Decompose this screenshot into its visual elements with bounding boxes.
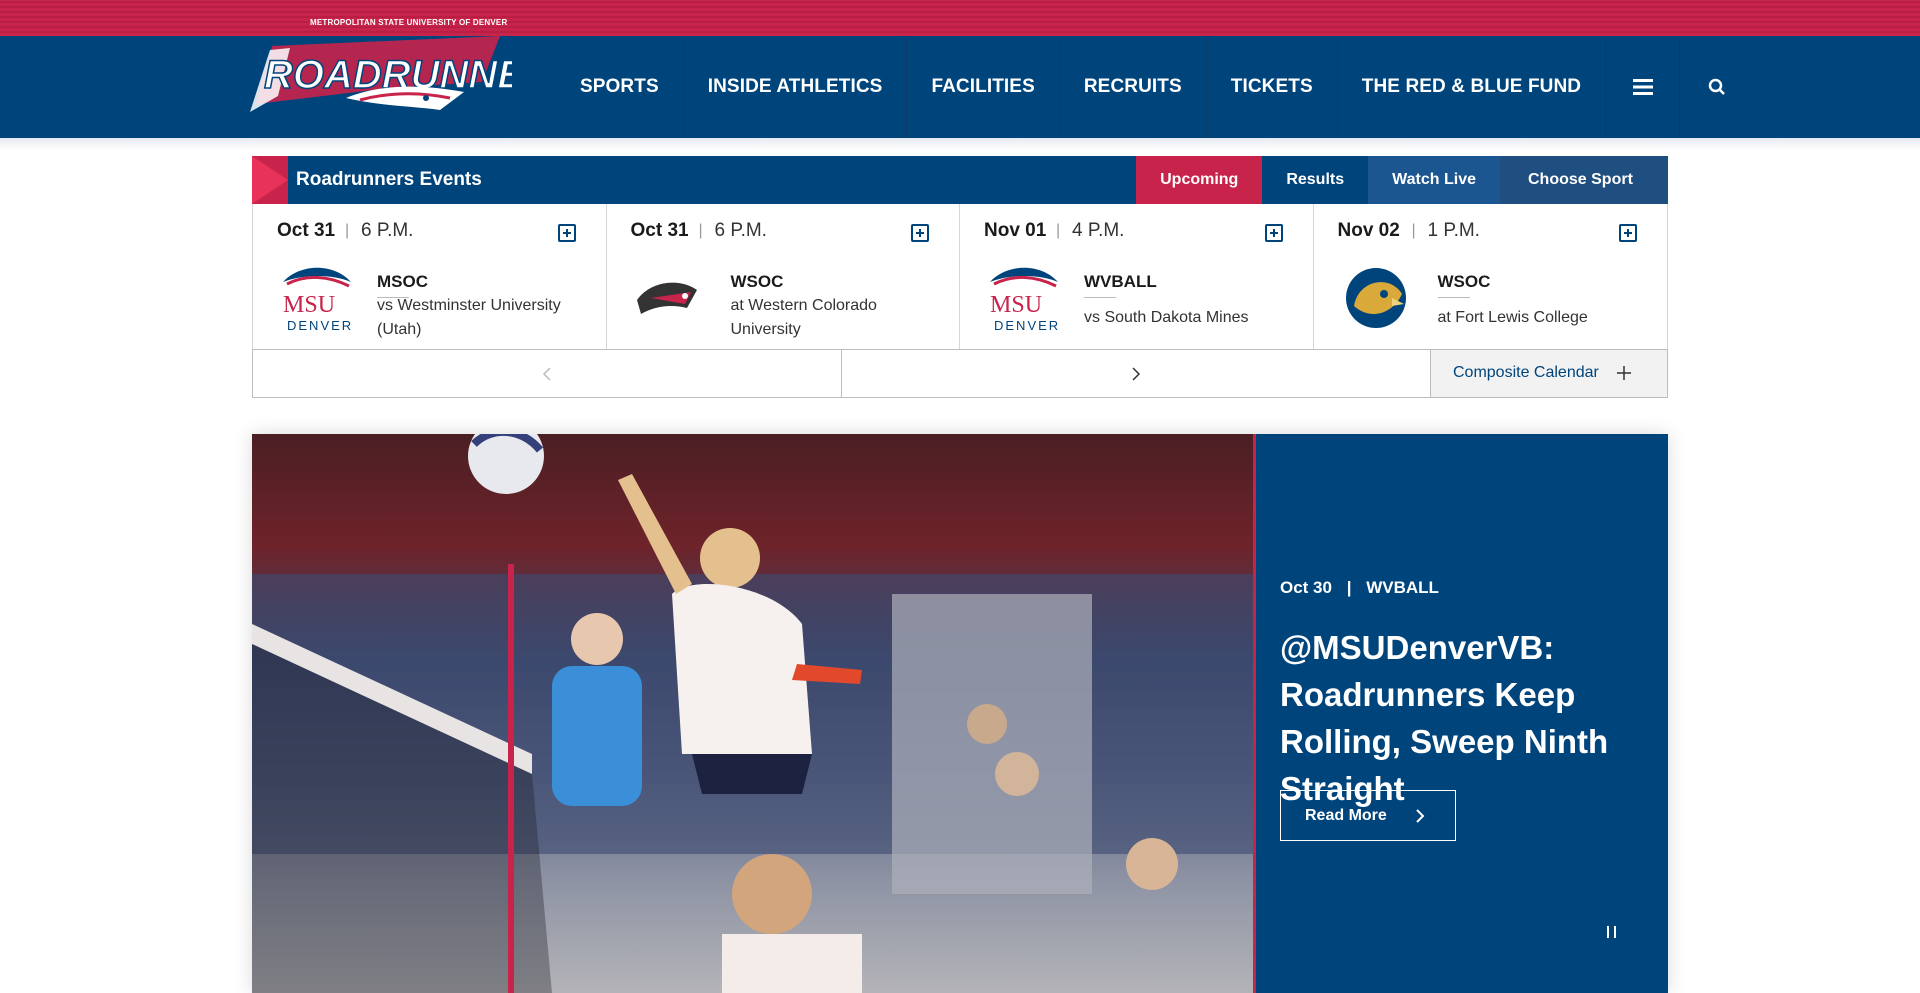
event-separator: | xyxy=(1056,222,1061,239)
event-date: Oct 31 xyxy=(277,220,336,241)
svg-text:DENVER: DENVER xyxy=(287,318,353,333)
western-colorado-logo-icon xyxy=(636,282,697,314)
event-sport: WSOC xyxy=(1437,272,1491,291)
add-to-calendar-icon[interactable] xyxy=(1619,224,1637,242)
event-time: 1 P.M. xyxy=(1427,220,1480,241)
composite-calendar-button[interactable]: Composite Calendar xyxy=(1431,350,1667,397)
event-opponent: at Western Colorado University xyxy=(730,297,877,338)
event-opponent: vs South Dakota Mines xyxy=(1084,309,1249,326)
event-sport: WVBALL xyxy=(1084,272,1157,291)
roadrunner-mascot-icon: ROADRUNNERS xyxy=(250,36,512,112)
event-date: Oct 31 xyxy=(630,220,689,241)
event-rule xyxy=(1084,297,1116,298)
tab-watch-live[interactable]: Watch Live xyxy=(1368,156,1500,204)
search-button[interactable] xyxy=(1680,36,1754,138)
add-to-calendar-icon[interactable] xyxy=(911,224,929,242)
hero-meta: Oct 30 | WVBALL xyxy=(1280,578,1439,598)
read-more-button[interactable]: Read More xyxy=(1280,790,1456,841)
choose-sport-select[interactable]: Choose Sport xyxy=(1500,156,1668,204)
event-card[interactable]: Oct 31 | 6 P.M. MSU DENVER MSOC vs Westm… xyxy=(253,204,607,350)
nav-sports[interactable]: SPORTS xyxy=(556,36,684,138)
nav-facilities[interactable]: FACILITIES xyxy=(907,36,1060,138)
composite-calendar-label: Composite Calendar xyxy=(1453,364,1599,381)
event-card[interactable]: Oct 31 | 6 P.M. WSOC at Western Colorado… xyxy=(607,204,960,350)
next-button[interactable] xyxy=(842,350,1431,397)
choose-sport-label: Choose Sport xyxy=(1528,171,1633,188)
hero-volleyball-photo xyxy=(252,434,1253,993)
event-separator: | xyxy=(345,222,350,239)
prev-button[interactable] xyxy=(253,350,842,397)
event-date: Nov 02 xyxy=(1337,220,1400,241)
hero-sport: WVBALL xyxy=(1366,578,1439,597)
hero-date: Oct 30 xyxy=(1280,578,1332,597)
main-nav: SPORTS INSIDE ATHLETICS FACILITIES RECRU… xyxy=(556,36,1754,138)
nav-recruits[interactable]: RECRUITS xyxy=(1060,36,1207,138)
search-icon xyxy=(1708,78,1725,95)
msu-denver-logo-icon: MSU DENVER xyxy=(990,267,1060,333)
events-arrow-icon xyxy=(252,156,288,204)
nav-inside-athletics[interactable]: INSIDE ATHLETICS xyxy=(684,36,908,138)
hero-panel: Oct 30 | WVBALL @MSUDenverVB: Roadrunner… xyxy=(1256,434,1668,993)
header-shadow xyxy=(0,138,1920,150)
hero-title[interactable]: @MSUDenverVB: Roadrunners Keep Rolling, … xyxy=(1280,624,1650,812)
event-sport: WSOC xyxy=(730,272,784,291)
roadrunners-logo[interactable]: METROPOLITAN STATE UNIVERSITY OF DENVER … xyxy=(250,18,512,122)
hamburger-icon xyxy=(1632,79,1653,95)
add-to-calendar-icon[interactable] xyxy=(1264,224,1283,242)
chevron-left-icon xyxy=(542,366,551,381)
event-card[interactable]: Nov 02 | 1 P.M. WSOC at Fort Lewis Colle… xyxy=(1314,204,1668,350)
plus-icon xyxy=(1617,366,1631,380)
hero-separator: | xyxy=(1346,578,1352,597)
event-date: Nov 01 xyxy=(984,220,1047,241)
event-cards: Oct 31 | 6 P.M. MSU DENVER MSOC vs Westm… xyxy=(252,204,1668,350)
fort-lewis-logo-icon xyxy=(1345,268,1406,328)
events-tabs: Upcoming Results Watch Live Choose Sport xyxy=(1136,156,1668,204)
event-time: 4 P.M. xyxy=(1072,220,1125,241)
nav-red-blue-fund[interactable]: THE RED & BLUE FUND xyxy=(1338,36,1607,138)
event-separator: | xyxy=(698,222,703,239)
events-bar: Roadrunners Events Upcoming Results Watc… xyxy=(252,156,1668,204)
volleyball-player-image xyxy=(252,434,1253,993)
tab-upcoming[interactable]: Upcoming xyxy=(1136,156,1263,204)
event-card[interactable]: Nov 01 | 4 P.M. MSU DENVER WVBALL vs Sou… xyxy=(960,204,1314,350)
add-to-calendar-icon[interactable] xyxy=(557,224,576,242)
chevron-right-icon xyxy=(1132,366,1141,381)
pause-icon[interactable] xyxy=(1606,924,1618,940)
read-more-label: Read More xyxy=(1305,807,1387,824)
menu-button[interactable] xyxy=(1606,36,1681,138)
svg-text:DENVER: DENVER xyxy=(994,318,1060,333)
svg-text:MSU: MSU xyxy=(990,292,1042,318)
tab-results[interactable]: Results xyxy=(1262,156,1368,204)
events-pager: Composite Calendar xyxy=(252,349,1668,398)
event-separator: | xyxy=(1411,222,1416,239)
msu-denver-logo-icon: MSU DENVER xyxy=(283,267,353,333)
hero-slide: Oct 30 | WVBALL @MSUDenverVB: Roadrunner… xyxy=(252,434,1668,993)
event-opponent: at Fort Lewis College xyxy=(1437,309,1588,326)
event-rule xyxy=(1437,297,1470,298)
event-sport: MSOC xyxy=(377,272,428,291)
event-time: 6 P.M. xyxy=(361,220,414,241)
svg-text:MSU: MSU xyxy=(283,292,335,318)
nav-tickets[interactable]: TICKETS xyxy=(1207,36,1338,138)
chevron-right-icon xyxy=(1416,809,1425,823)
event-opponent: vs Westminster University (Utah) xyxy=(377,297,561,338)
events-title: Roadrunners Events xyxy=(296,169,482,190)
event-time: 6 P.M. xyxy=(714,220,767,241)
